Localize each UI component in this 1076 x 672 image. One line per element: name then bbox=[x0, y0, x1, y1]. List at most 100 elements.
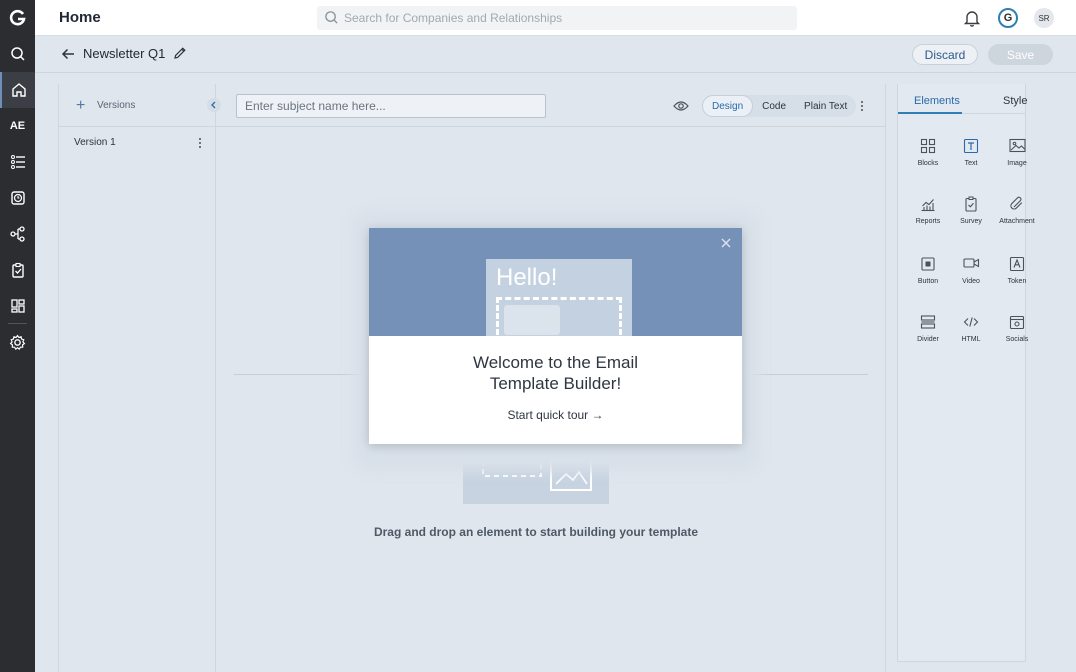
survey-icon bbox=[965, 196, 977, 212]
element-blocks[interactable]: Blocks bbox=[906, 138, 950, 167]
mode-plain-text[interactable]: Plain Text bbox=[795, 95, 856, 117]
dashboard-icon bbox=[10, 299, 25, 313]
subject-input[interactable] bbox=[236, 94, 546, 118]
add-version-button[interactable]: + bbox=[76, 97, 85, 115]
page-title: Home bbox=[59, 9, 101, 26]
element-attachment[interactable]: Attachment bbox=[995, 196, 1039, 225]
settings-icon bbox=[9, 334, 26, 350]
nav-search[interactable] bbox=[0, 36, 35, 72]
global-search[interactable] bbox=[317, 6, 797, 30]
element-label: Reports bbox=[915, 218, 941, 225]
avatar[interactable]: SR bbox=[1034, 8, 1054, 28]
nav-rail: AE bbox=[0, 0, 35, 672]
element-socials[interactable]: Socials bbox=[995, 314, 1039, 343]
modal-hero: Hello! bbox=[369, 228, 742, 336]
nav-home[interactable] bbox=[0, 72, 35, 108]
nav-clock[interactable] bbox=[0, 180, 35, 216]
element-label: Video bbox=[962, 278, 980, 285]
close-modal-button[interactable] bbox=[720, 236, 732, 254]
home-icon bbox=[11, 83, 26, 97]
mode-design[interactable]: Design bbox=[702, 95, 754, 117]
nav-tasks[interactable] bbox=[0, 252, 35, 288]
rename-button[interactable] bbox=[173, 46, 187, 65]
versions-panel: + Versions Version 1 bbox=[58, 84, 216, 672]
document-name: Newsletter Q1 bbox=[83, 46, 166, 61]
search-icon bbox=[10, 47, 25, 61]
element-divider[interactable]: Divider bbox=[906, 314, 950, 343]
button-icon bbox=[921, 257, 935, 271]
video-icon bbox=[962, 258, 979, 268]
tab-elements[interactable]: Elements bbox=[914, 95, 960, 107]
nav-list[interactable] bbox=[0, 144, 35, 180]
brand-badge[interactable]: G bbox=[998, 8, 1018, 28]
nav-ae[interactable]: AE bbox=[0, 108, 35, 144]
start-tour-button[interactable]: Start quick tour → bbox=[369, 408, 742, 422]
versions-label: Versions bbox=[97, 100, 136, 111]
reports-icon bbox=[921, 199, 935, 212]
eye-icon bbox=[673, 101, 689, 111]
element-label: Blocks bbox=[917, 160, 939, 167]
nav-dashboard[interactable] bbox=[0, 288, 35, 324]
clock-icon bbox=[10, 191, 25, 205]
nav-workflow[interactable] bbox=[0, 216, 35, 252]
element-label: Button bbox=[917, 278, 939, 285]
element-image[interactable]: Image bbox=[995, 138, 1039, 167]
clipboard-icon bbox=[11, 262, 24, 278]
g-logo-icon bbox=[9, 9, 26, 26]
element-video[interactable]: Video bbox=[949, 256, 993, 285]
element-text[interactable]: Text bbox=[949, 138, 993, 167]
element-label: Divider bbox=[917, 336, 939, 343]
panel-tabs: Elements Style bbox=[898, 84, 1027, 114]
element-reports[interactable]: Reports bbox=[906, 196, 950, 225]
element-html[interactable]: HTML bbox=[949, 314, 993, 343]
save-button[interactable]: Save bbox=[988, 44, 1053, 65]
back-button[interactable] bbox=[61, 47, 75, 66]
empty-state-hint: Drag and drop an element to start buildi… bbox=[373, 525, 699, 539]
mode-code[interactable]: Code bbox=[753, 95, 795, 117]
close-icon bbox=[721, 238, 731, 248]
notifications-button[interactable] bbox=[963, 9, 981, 32]
more-vertical-icon bbox=[199, 138, 201, 148]
element-label: Image bbox=[1007, 160, 1027, 167]
workflow-icon bbox=[9, 226, 25, 242]
bell-icon bbox=[963, 11, 981, 27]
ae-label: AE bbox=[9, 120, 26, 132]
element-token[interactable]: Token bbox=[995, 256, 1039, 285]
token-icon bbox=[1009, 256, 1025, 272]
hero-text: Hello! bbox=[496, 264, 558, 291]
element-label: Survey bbox=[960, 218, 982, 225]
discard-button[interactable]: Discard bbox=[912, 44, 978, 65]
arrow-left-icon bbox=[61, 48, 74, 60]
editor-menu-button[interactable] bbox=[859, 99, 865, 117]
editor-toolbar: Design Code Plain Text bbox=[216, 84, 886, 127]
element-survey[interactable]: Survey bbox=[949, 196, 993, 225]
placeholder-block bbox=[504, 305, 560, 335]
tab-style[interactable]: Style bbox=[1003, 95, 1027, 107]
arrow-right-icon: → bbox=[591, 408, 604, 422]
element-label: Attachment bbox=[999, 218, 1035, 225]
modal-title: Welcome to the Email Template Builder! bbox=[369, 352, 742, 394]
blocks-icon bbox=[920, 138, 936, 154]
preview-button[interactable] bbox=[673, 99, 689, 117]
modal-title-line-2: Template Builder! bbox=[489, 374, 622, 393]
search-input[interactable] bbox=[344, 9, 784, 27]
brand-letter: G bbox=[1003, 12, 1013, 24]
modal-title-line-1: Welcome to the Email bbox=[472, 353, 639, 372]
list-icon bbox=[10, 155, 25, 169]
divider-icon bbox=[920, 315, 936, 329]
start-tour-label: Start quick tour bbox=[507, 408, 589, 422]
search-icon bbox=[325, 11, 338, 24]
version-menu-button[interactable] bbox=[197, 136, 203, 154]
attachment-icon bbox=[1010, 196, 1023, 210]
elements-panel: Elements Style Blocks Text Image Reports… bbox=[897, 84, 1035, 662]
version-item[interactable]: Version 1 bbox=[74, 137, 116, 148]
active-tab-indicator bbox=[898, 112, 962, 114]
more-vertical-icon bbox=[861, 101, 863, 111]
pencil-icon bbox=[174, 47, 186, 59]
app-logo[interactable] bbox=[0, 0, 35, 36]
hero-illustration: Hello! bbox=[486, 259, 632, 336]
view-mode-switch: Design Code Plain Text bbox=[702, 95, 857, 117]
html-icon bbox=[963, 317, 979, 327]
nav-settings[interactable] bbox=[0, 324, 35, 360]
element-button[interactable]: Button bbox=[906, 256, 950, 285]
